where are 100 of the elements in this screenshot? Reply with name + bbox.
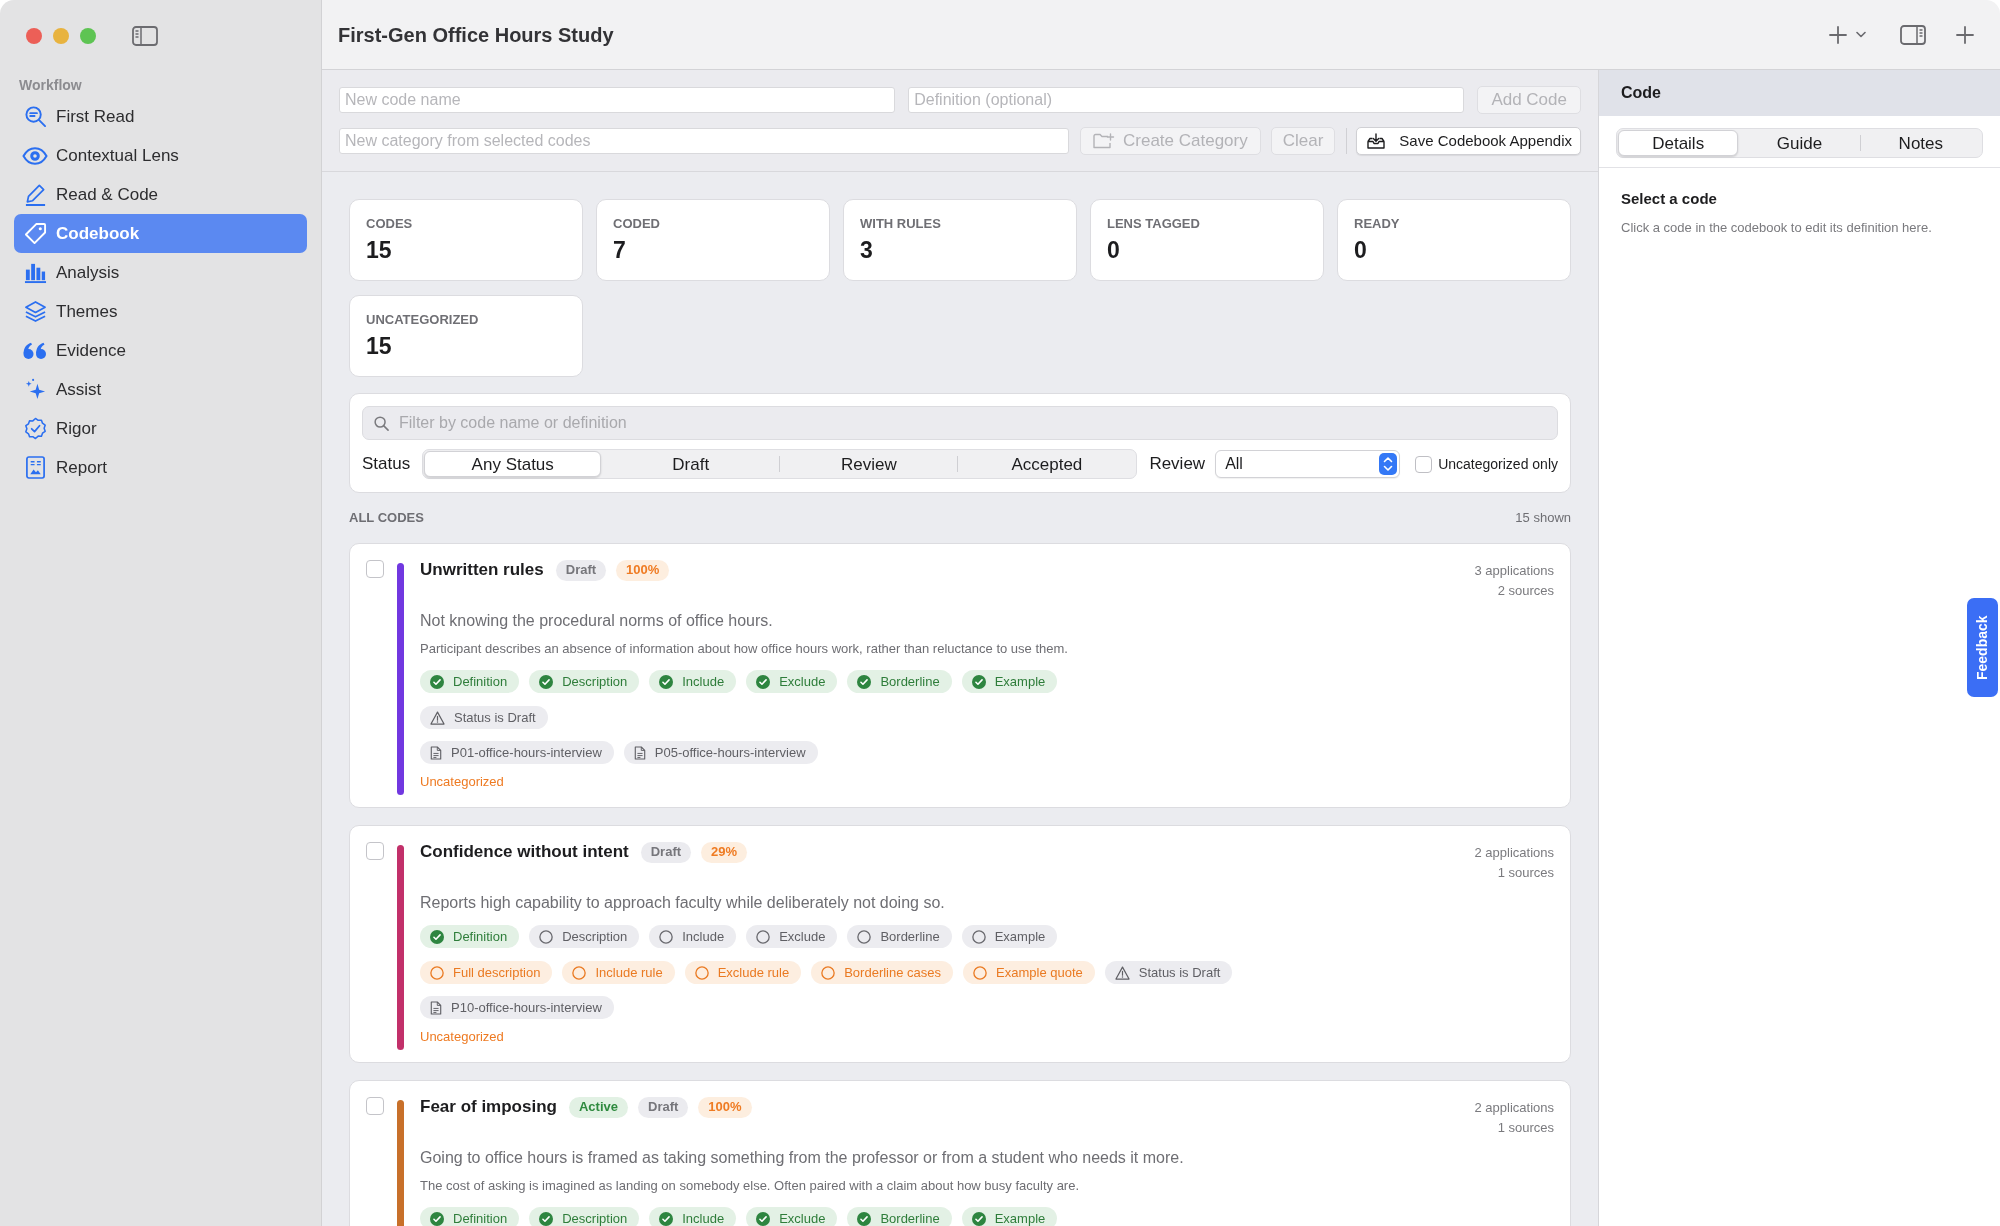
select-checkbox[interactable] bbox=[366, 1097, 384, 1115]
review-label: Review bbox=[1149, 453, 1206, 476]
text-search-icon bbox=[23, 105, 47, 128]
tab[interactable]: Notes bbox=[1860, 130, 1981, 156]
stat-label: CODED bbox=[613, 216, 661, 232]
minimize-window-button[interactable] bbox=[53, 28, 69, 44]
stat-value: 15 bbox=[366, 332, 393, 360]
zoom-window-button[interactable] bbox=[80, 28, 96, 44]
applications-count: 2 applications bbox=[1474, 1099, 1554, 1117]
code-title: Unwritten rules bbox=[420, 559, 544, 581]
issue-label: Status is Draft bbox=[454, 709, 536, 726]
review-select[interactable]: All bbox=[1215, 450, 1401, 478]
sidebar-item[interactable]: Report bbox=[14, 448, 307, 487]
circle-icon bbox=[572, 965, 587, 980]
stat-value: 0 bbox=[1107, 236, 1121, 264]
check-circle-icon bbox=[857, 674, 872, 689]
folder-plus-icon bbox=[1093, 132, 1115, 150]
stat-label: CODES bbox=[366, 216, 414, 232]
sidebar-item[interactable]: First Read bbox=[14, 97, 307, 136]
circle-icon bbox=[694, 965, 709, 980]
empty-state-title: Select a code bbox=[1620, 189, 1718, 209]
check-circle-icon bbox=[539, 1211, 554, 1226]
tag-icon bbox=[23, 222, 47, 245]
check-circle-icon bbox=[430, 674, 444, 689]
stat-value: 7 bbox=[613, 236, 627, 264]
issue-label: Borderline cases bbox=[844, 964, 942, 981]
category-name-field[interactable]: New category from selected codes bbox=[339, 128, 1069, 154]
sources-count: 2 sources bbox=[1497, 582, 1554, 600]
eye-icon bbox=[22, 146, 48, 165]
section-heading: ALL CODES bbox=[349, 510, 424, 526]
sidebar-item[interactable]: Read & Code bbox=[14, 175, 307, 214]
criterion-label: Exclude bbox=[779, 673, 826, 690]
document-icon bbox=[430, 745, 442, 760]
circle-icon bbox=[756, 929, 771, 944]
code-title: Fear of imposing bbox=[420, 1096, 557, 1118]
definition-field[interactable]: Definition (optional) bbox=[908, 87, 1465, 113]
issue-label: Full description bbox=[453, 964, 541, 981]
feedback-button[interactable]: Feedback bbox=[1967, 598, 1998, 697]
select-checkbox[interactable] bbox=[366, 560, 384, 578]
category-text: Uncategorized bbox=[420, 773, 505, 791]
source-label: P10-office-hours-interview bbox=[451, 999, 602, 1016]
sidebar-item[interactable]: Contextual Lens bbox=[14, 136, 307, 175]
caret-icon[interactable] bbox=[1856, 31, 1866, 38]
search-icon bbox=[374, 416, 389, 431]
status-option[interactable]: Any Status bbox=[424, 451, 602, 477]
stat-value: 0 bbox=[1354, 236, 1368, 264]
sidebar-right-icon[interactable] bbox=[1900, 24, 1926, 45]
check-circle-icon bbox=[659, 674, 674, 689]
status-option[interactable]: Accepted bbox=[958, 451, 1136, 477]
sidebar-item[interactable]: Analysis bbox=[14, 253, 307, 292]
plus-icon[interactable] bbox=[1829, 25, 1847, 44]
save-appendix-button[interactable]: Save Codebook Appendix bbox=[1356, 127, 1581, 155]
warning-icon bbox=[430, 710, 445, 725]
circle-icon bbox=[971, 929, 986, 944]
issue-label: Example quote bbox=[996, 964, 1083, 981]
check-circle-icon bbox=[971, 1211, 986, 1226]
criterion-label: Include bbox=[682, 673, 725, 690]
status-badge: Active bbox=[568, 1096, 628, 1118]
source-label: P05-office-hours-interview bbox=[654, 744, 806, 761]
document-icon bbox=[430, 1000, 442, 1015]
status-option[interactable]: Draft bbox=[602, 451, 780, 477]
plus-icon[interactable] bbox=[1956, 25, 1974, 44]
layers-icon bbox=[23, 300, 47, 323]
check-circle-icon bbox=[971, 674, 986, 689]
sidebar-item[interactable]: Assist bbox=[14, 370, 307, 409]
code-name-field[interactable]: New code name bbox=[339, 87, 896, 113]
tab[interactable]: Guide bbox=[1739, 130, 1860, 156]
criterion-label: Borderline bbox=[880, 1210, 940, 1226]
window-title: First-Gen Office Hours Study bbox=[338, 22, 614, 48]
sidebar-item[interactable]: Themes bbox=[14, 292, 307, 331]
issue-label: Include rule bbox=[595, 964, 663, 981]
sidebar-toggle-icon[interactable] bbox=[132, 26, 158, 46]
stat-value: 15 bbox=[366, 236, 393, 264]
sidebar-item[interactable]: Rigor bbox=[14, 409, 307, 448]
check-circle-icon bbox=[756, 674, 771, 689]
criterion-label: Exclude bbox=[779, 1210, 826, 1226]
stat-label: READY bbox=[1354, 216, 1401, 232]
checkbox[interactable] bbox=[1415, 455, 1433, 473]
check-circle-icon bbox=[756, 1211, 771, 1226]
applications-count: 3 applications bbox=[1474, 562, 1554, 580]
code-title: Confidence without intent bbox=[420, 841, 629, 863]
stat-label: WITH RULES bbox=[860, 216, 942, 232]
sidebar-item[interactable]: Evidence bbox=[14, 331, 307, 370]
category-text: Uncategorized bbox=[420, 1028, 505, 1046]
tab[interactable]: Details bbox=[1618, 130, 1739, 156]
quote-icon bbox=[23, 341, 47, 360]
select-checkbox[interactable] bbox=[366, 842, 384, 860]
status-option[interactable]: Review bbox=[780, 451, 958, 477]
close-window-button[interactable] bbox=[26, 28, 42, 44]
circle-icon bbox=[857, 929, 872, 944]
check-circle-icon bbox=[659, 1211, 674, 1226]
criterion-label: Include bbox=[682, 1210, 725, 1226]
stat-value: 3 bbox=[860, 236, 874, 264]
tray-download-icon bbox=[1367, 133, 1386, 149]
search-field[interactable]: Filter by code name or definition bbox=[362, 406, 1558, 440]
circle-icon bbox=[973, 965, 988, 980]
code-description: Participant describes an absence of information about how office hours work, rather than reluctance to use them. bbox=[420, 640, 1069, 658]
pencil-icon bbox=[23, 183, 47, 206]
status-badge: Draft bbox=[555, 559, 607, 581]
criterion-label: Borderline bbox=[880, 928, 940, 945]
